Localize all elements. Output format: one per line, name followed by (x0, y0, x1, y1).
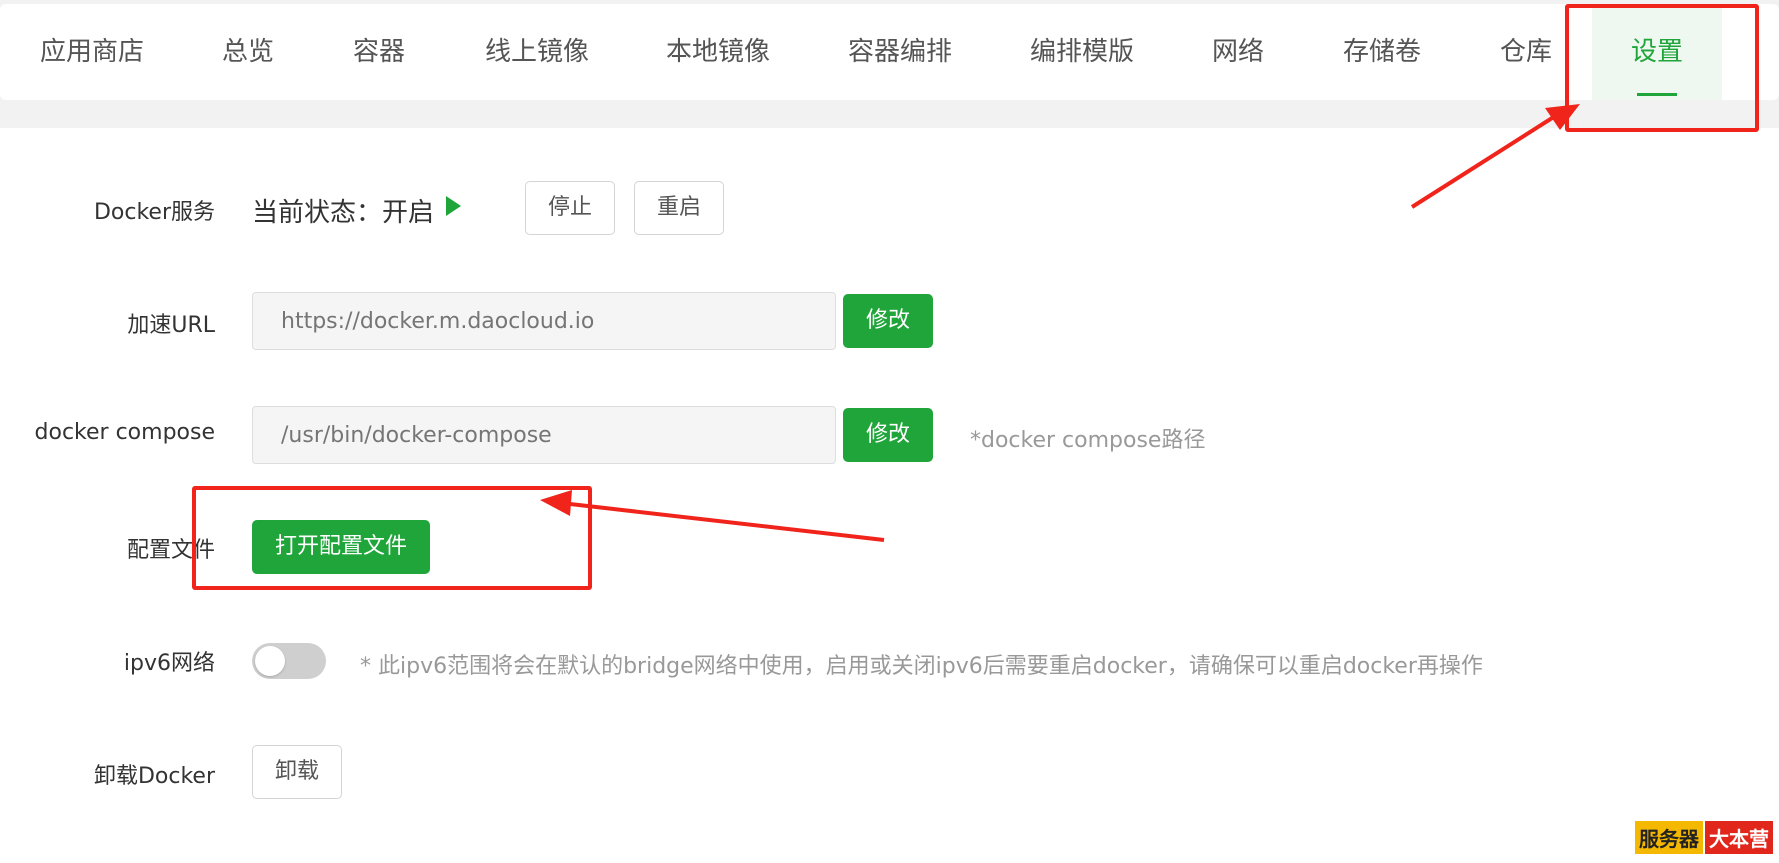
watermark-part2: 大本营 (1705, 821, 1773, 854)
annotation-arrow-config-head (540, 490, 572, 516)
annotation-arrow-config-line (569, 502, 885, 542)
watermark: 服务器 大本营 (1635, 821, 1773, 854)
watermark-part1: 服务器 (1635, 821, 1703, 854)
annotation-arrow-settings-line (1410, 111, 1562, 209)
annotation-arrows (540, 104, 1580, 542)
